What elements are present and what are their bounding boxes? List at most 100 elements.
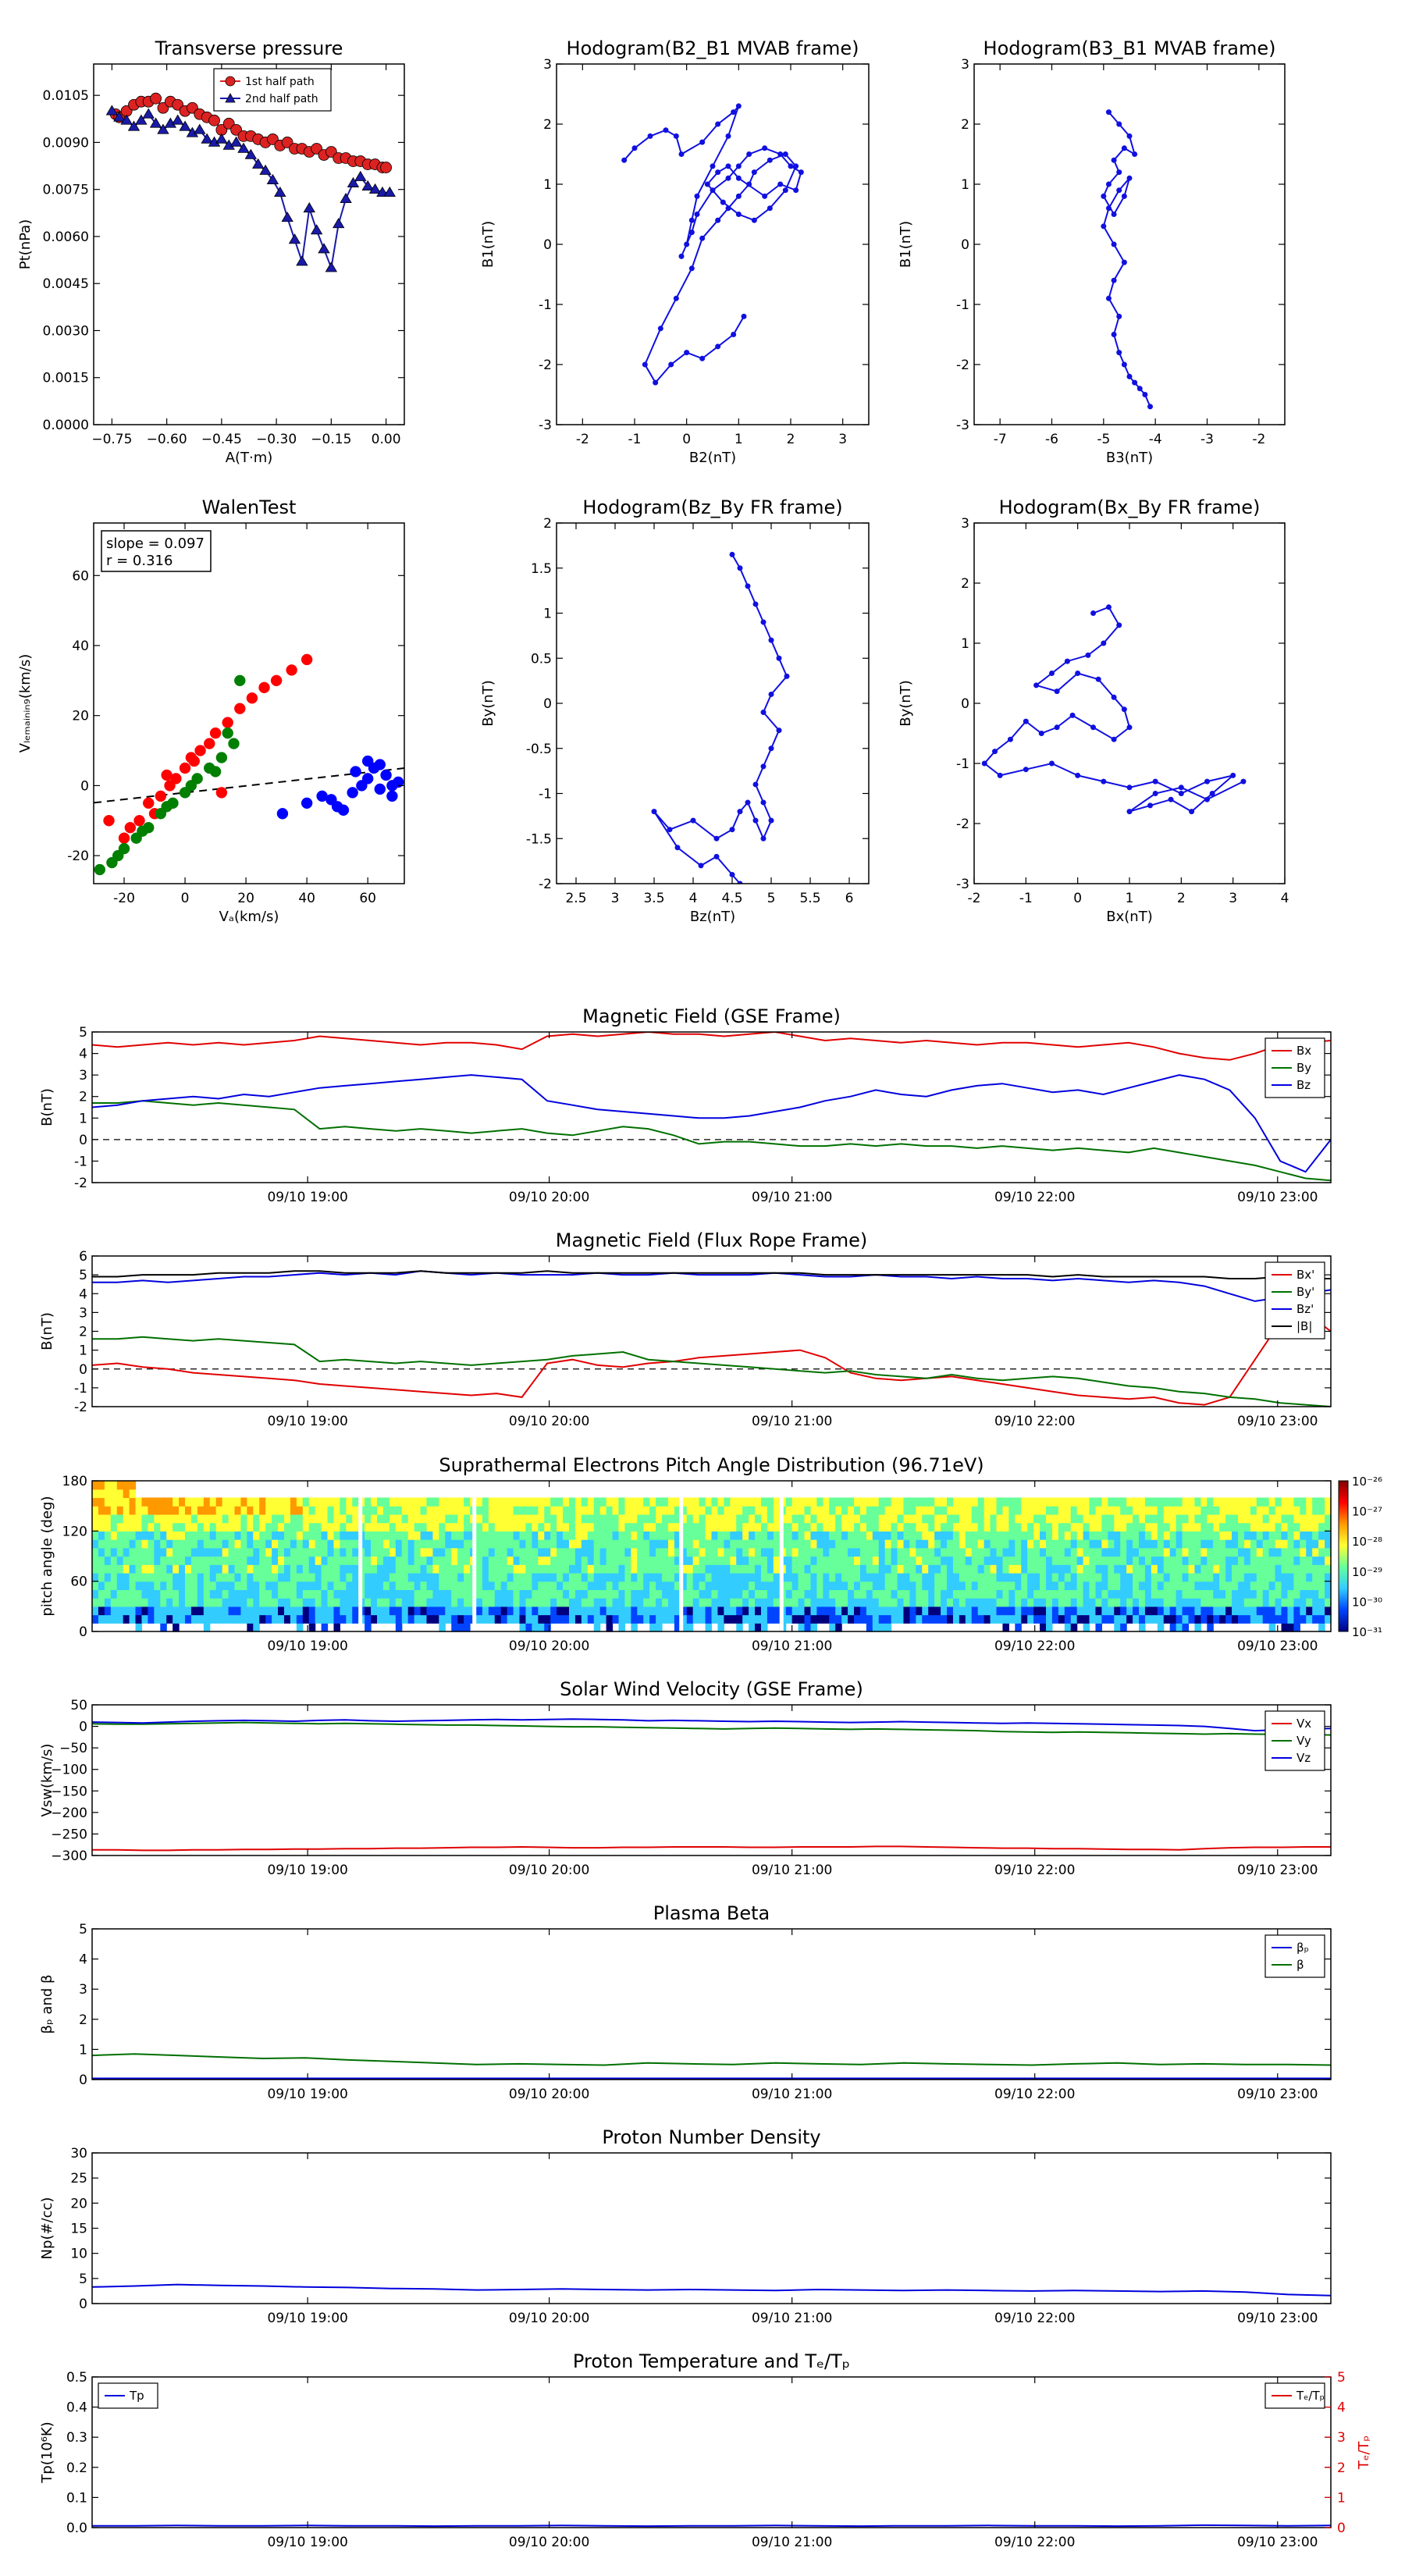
- pad-cell: [1002, 1497, 1009, 1507]
- walen-test-series-2-point: [347, 787, 358, 799]
- pad-cell: [148, 1547, 155, 1557]
- transverse-pressure-series-1-point: [383, 186, 396, 197]
- pad-cell: [1015, 1506, 1022, 1515]
- pad-cell: [240, 1497, 247, 1507]
- hodogram-bx-by-chart: Hodogram(Bx_By FR frame)-3-2-10123-2 -1 0 1…: [898, 496, 1289, 925]
- pad-cell: [1219, 1598, 1226, 1607]
- pad-cell: [352, 1556, 359, 1565]
- pad-cell: [848, 1598, 855, 1607]
- pad-cell: [507, 1589, 514, 1599]
- pad-cell: [173, 1581, 180, 1590]
- pad-cell: [482, 1497, 489, 1507]
- pad-cell: [810, 1506, 817, 1515]
- hodogram-bx-by-series-0-point: [1033, 682, 1040, 688]
- pad-cell: [1312, 1547, 1319, 1557]
- pad-cell: [1058, 1581, 1065, 1590]
- pad-cell: [129, 1514, 137, 1524]
- pad-cell: [166, 1614, 173, 1624]
- pad-cell: [432, 1572, 439, 1582]
- pad-cell: [1108, 1556, 1115, 1565]
- pad-cell: [135, 1581, 143, 1590]
- pad-cell: [154, 1598, 161, 1607]
- pad-cell: [637, 1556, 644, 1565]
- pad-cell: [346, 1506, 353, 1515]
- pad-cell: [389, 1581, 397, 1590]
- walen-test-series-2-point: [325, 794, 337, 806]
- pad-cell: [922, 1514, 929, 1524]
- hodogram-b2-b1-ytick-label: -3: [539, 418, 552, 433]
- pad-cell: [340, 1547, 347, 1557]
- pad-cell: [742, 1556, 749, 1565]
- pad-cell: [1169, 1522, 1177, 1532]
- pad-cell: [1163, 1539, 1171, 1549]
- pad-cell: [129, 1539, 137, 1549]
- pad-cell: [1144, 1581, 1152, 1590]
- pad-cell: [859, 1589, 867, 1599]
- pad-cell: [624, 1564, 631, 1574]
- pad-cell: [897, 1581, 905, 1590]
- hodogram-b3-b1-series-0-point: [1116, 169, 1122, 176]
- pad-cell: [1207, 1531, 1214, 1540]
- vsw-ytick-label: −200: [51, 1806, 87, 1821]
- pad-cell: [878, 1581, 886, 1590]
- pad-cell: [296, 1572, 304, 1582]
- hodogram-b2-b1-series-0-point: [735, 103, 742, 109]
- pad-cell: [247, 1598, 254, 1607]
- pad-cell: [649, 1598, 656, 1607]
- walen-test-series-1-point: [94, 863, 106, 876]
- walen-test-series-0-point: [133, 815, 145, 827]
- pad-cell: [1225, 1589, 1232, 1599]
- hodogram-bx-by-series-0-point: [1152, 791, 1158, 796]
- pad-cell: [568, 1539, 576, 1549]
- pad-cell: [525, 1547, 532, 1557]
- pad-cell: [848, 1506, 855, 1515]
- pad-cell: [891, 1572, 898, 1582]
- pad-cell: [909, 1556, 916, 1565]
- pad-cell: [581, 1572, 589, 1582]
- pad-cell: [464, 1606, 471, 1616]
- pad-cell: [667, 1531, 675, 1540]
- pad-cell: [872, 1589, 880, 1599]
- walen-test-series-2-point: [337, 804, 350, 817]
- pad-cell: [1225, 1506, 1232, 1515]
- pad-cell: [724, 1506, 731, 1515]
- pad-cell: [352, 1531, 359, 1540]
- pad-cell: [804, 1623, 812, 1632]
- pad-cell: [532, 1614, 539, 1624]
- pad-cell: [513, 1589, 521, 1599]
- walen-test-series-1-point: [222, 727, 233, 739]
- pad-cell: [971, 1506, 979, 1515]
- pad-cell: [909, 1514, 916, 1524]
- pad-cell: [810, 1589, 817, 1599]
- pad-cell: [984, 1581, 991, 1590]
- pad-cell: [1015, 1556, 1022, 1565]
- pad-cell: [662, 1572, 669, 1582]
- pad-cell: [333, 1522, 340, 1532]
- pad-cell: [160, 1547, 167, 1557]
- pad-cell: [1045, 1572, 1053, 1582]
- pad-cell: [222, 1598, 229, 1607]
- pad-cell: [439, 1581, 446, 1590]
- pad-cell: [222, 1539, 229, 1549]
- pad-cell: [1133, 1522, 1140, 1532]
- pad-cell: [667, 1606, 675, 1616]
- pad-cell: [116, 1581, 124, 1590]
- pad-cell: [705, 1539, 713, 1549]
- pad-cell: [1144, 1547, 1152, 1557]
- pad-cell: [816, 1581, 823, 1590]
- pad-cell: [166, 1589, 173, 1599]
- pad-cell: [854, 1581, 861, 1590]
- pad-cell: [1188, 1572, 1196, 1582]
- walen-test-title: WalenTest: [202, 496, 297, 518]
- pad-cell: [104, 1564, 112, 1574]
- pad-cell: [1182, 1623, 1190, 1632]
- pad-cell: [952, 1539, 960, 1549]
- pad-cell: [1027, 1598, 1034, 1607]
- pad-cell: [984, 1539, 991, 1549]
- pad-cell: [1076, 1547, 1084, 1557]
- pad-cell: [464, 1614, 471, 1624]
- hodogram-b2-b1-series-0-point: [725, 163, 731, 169]
- pad-cell: [705, 1581, 713, 1590]
- pad-cell: [996, 1589, 1004, 1599]
- pad-cell: [568, 1497, 576, 1507]
